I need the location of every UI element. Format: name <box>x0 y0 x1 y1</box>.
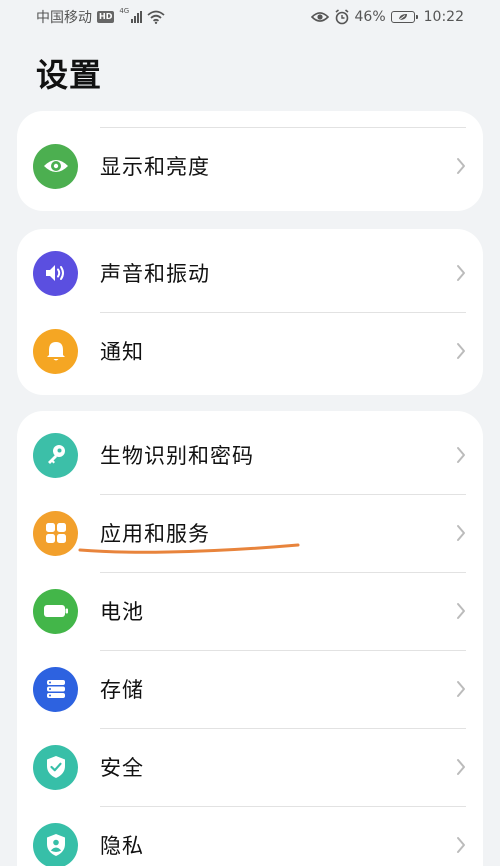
chevron-right-icon <box>457 525 465 541</box>
settings-item-display[interactable]: 显示和亮度 <box>17 127 483 205</box>
settings-item-label: 生物识别和密码 <box>100 444 254 468</box>
alarm-icon <box>334 9 350 25</box>
bell-icon <box>33 328 78 374</box>
settings-item-battery[interactable]: 电池 <box>17 572 483 650</box>
settings-item-label: 安全 <box>100 756 144 780</box>
carrier-name: 中国移动 <box>36 10 92 26</box>
settings-item-label: 隐私 <box>100 834 144 858</box>
chevron-right-icon <box>457 447 465 463</box>
status-bar: 中国移动 HD 4G 46% 10:22 <box>0 0 500 34</box>
page-title: 设置 <box>36 56 103 94</box>
battery-percent: 46% <box>354 9 386 25</box>
settings-item-security[interactable]: 安全 <box>17 728 483 806</box>
divider <box>100 728 466 729</box>
chevron-right-icon <box>457 158 465 174</box>
network-type: 4G <box>119 7 130 15</box>
settings-item-label: 应用和服务 <box>100 522 210 546</box>
settings-item-label: 电池 <box>100 600 144 624</box>
settings-item-label: 存储 <box>100 678 144 702</box>
status-right: 46% 10:22 <box>310 9 464 25</box>
storage-icon <box>33 666 78 712</box>
settings-item-biometrics[interactable]: 生物识别和密码 <box>17 416 483 494</box>
divider <box>100 494 466 495</box>
eye-comfort-icon <box>310 11 329 23</box>
divider <box>100 806 466 807</box>
speaker-icon <box>33 250 78 296</box>
settings-card-main: 生物识别和密码 应用和服务 电池 存储 安全 隐私 <box>17 411 483 866</box>
chevron-right-icon <box>457 681 465 697</box>
settings-item-storage[interactable]: 存储 <box>17 650 483 728</box>
apps-icon <box>33 510 78 556</box>
settings-item-notifications[interactable]: 通知 <box>17 312 483 390</box>
key-icon <box>33 432 78 478</box>
battery-icon <box>33 588 78 634</box>
settings-card-sound: 声音和振动 通知 <box>17 229 483 395</box>
settings-item-label: 声音和振动 <box>100 262 210 286</box>
settings-card-display: 显示和亮度 <box>17 111 483 211</box>
signal-strength-icon <box>131 11 143 23</box>
divider <box>100 312 466 313</box>
divider <box>100 572 466 573</box>
battery-icon <box>390 11 418 23</box>
chevron-right-icon <box>457 343 465 359</box>
shield-check-icon <box>33 744 78 790</box>
settings-item-label: 通知 <box>100 340 144 364</box>
chevron-right-icon <box>457 603 465 619</box>
chevron-right-icon <box>457 759 465 775</box>
chevron-right-icon <box>457 837 465 853</box>
settings-item-apps[interactable]: 应用和服务 <box>17 494 483 572</box>
privacy-icon <box>33 822 78 866</box>
status-left: 中国移动 HD 4G <box>36 7 165 27</box>
settings-item-sound[interactable]: 声音和振动 <box>17 234 483 312</box>
chevron-right-icon <box>457 265 465 281</box>
wifi-icon <box>147 10 165 24</box>
eye-icon <box>33 143 78 189</box>
clock: 10:22 <box>423 9 464 25</box>
hd-badge: HD <box>97 11 115 23</box>
divider <box>100 127 466 128</box>
settings-item-label: 显示和亮度 <box>100 155 210 179</box>
settings-item-privacy[interactable]: 隐私 <box>17 806 483 866</box>
divider <box>100 650 466 651</box>
